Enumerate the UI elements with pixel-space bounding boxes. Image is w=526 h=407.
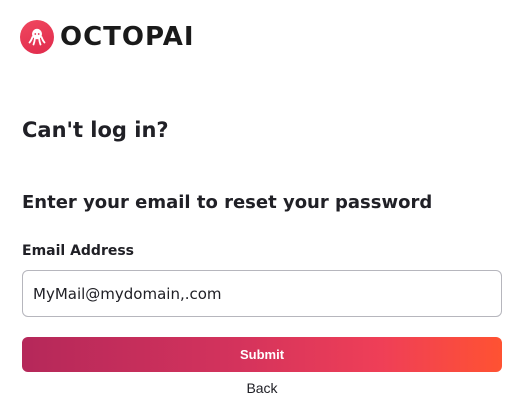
reset-password-page: OCTOPAI Can't log in? Enter your email t…: [0, 0, 526, 407]
email-label: Email Address: [22, 243, 135, 259]
email-field[interactable]: [22, 270, 502, 317]
submit-button[interactable]: Submit: [22, 337, 502, 372]
page-title: Can't log in?: [22, 118, 169, 142]
brand-name: OCTOPAI: [60, 22, 195, 52]
page-subtitle: Enter your email to reset your password: [22, 192, 433, 213]
octopai-logo: OCTOPAI: [20, 20, 195, 54]
octopus-icon: [20, 20, 54, 54]
back-link[interactable]: Back: [22, 380, 502, 396]
